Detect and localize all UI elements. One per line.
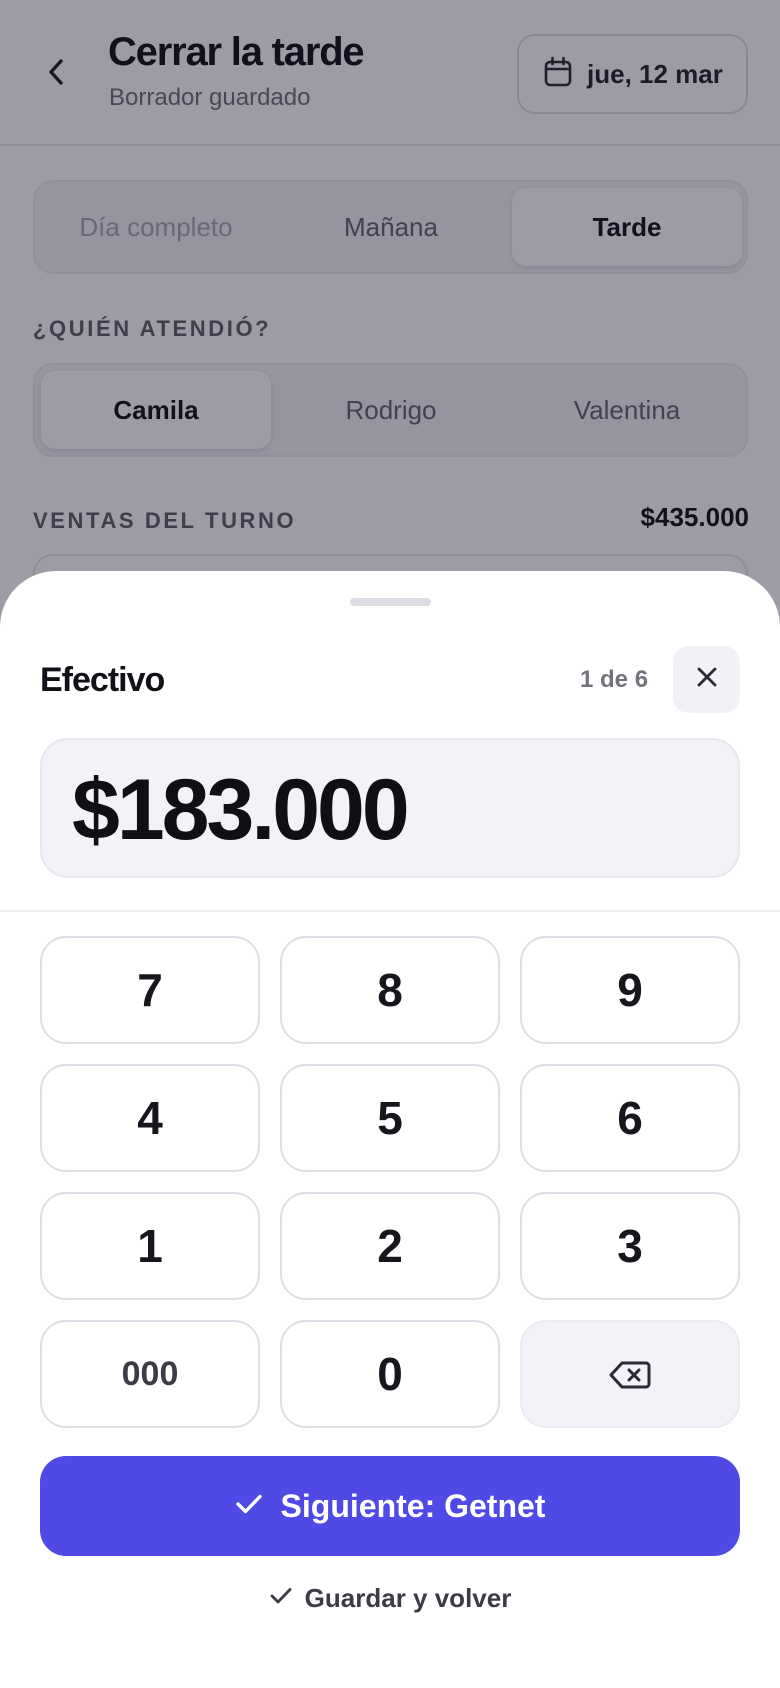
- close-button[interactable]: [673, 646, 740, 713]
- amount-value: $183.000: [72, 762, 410, 858]
- keypad-key-4[interactable]: 4: [40, 1064, 260, 1172]
- keypad-key-0[interactable]: 0: [280, 1320, 500, 1428]
- step-indicator: 1 de 6: [580, 666, 649, 693]
- keypad-key-1[interactable]: 1: [40, 1192, 260, 1300]
- save-and-back-label: Guardar y volver: [304, 1582, 512, 1613]
- amount-entry-sheet: Efectivo 1 de 6 $183.000 7 8 9 4 5 6 1 2…: [0, 571, 780, 1688]
- sheet-title: Efectivo: [40, 661, 165, 699]
- amount-display: $183.000: [40, 738, 740, 878]
- keypad-key-2[interactable]: 2: [280, 1192, 500, 1300]
- keypad-key-8[interactable]: 8: [280, 936, 500, 1044]
- keypad-key-000[interactable]: 000: [40, 1320, 260, 1428]
- check-icon: [235, 1493, 263, 1520]
- keypad-key-5[interactable]: 5: [280, 1064, 500, 1172]
- keypad-key-9[interactable]: 9: [520, 936, 740, 1044]
- next-button-label: Siguiente: Getnet: [280, 1487, 546, 1524]
- save-and-back-button[interactable]: Guardar y volver: [260, 1571, 520, 1625]
- keypad-key-7[interactable]: 7: [40, 936, 260, 1044]
- keypad-key-6[interactable]: 6: [520, 1064, 740, 1172]
- keypad-key-3[interactable]: 3: [520, 1192, 740, 1300]
- check-icon: [269, 1586, 293, 1611]
- sheet-grabber[interactable]: [350, 598, 431, 606]
- next-button[interactable]: Siguiente: Getnet: [40, 1456, 740, 1556]
- keypad-backspace-button[interactable]: [520, 1320, 740, 1428]
- divider: [0, 910, 780, 912]
- backspace-icon: [609, 1347, 651, 1401]
- close-icon: [696, 666, 718, 693]
